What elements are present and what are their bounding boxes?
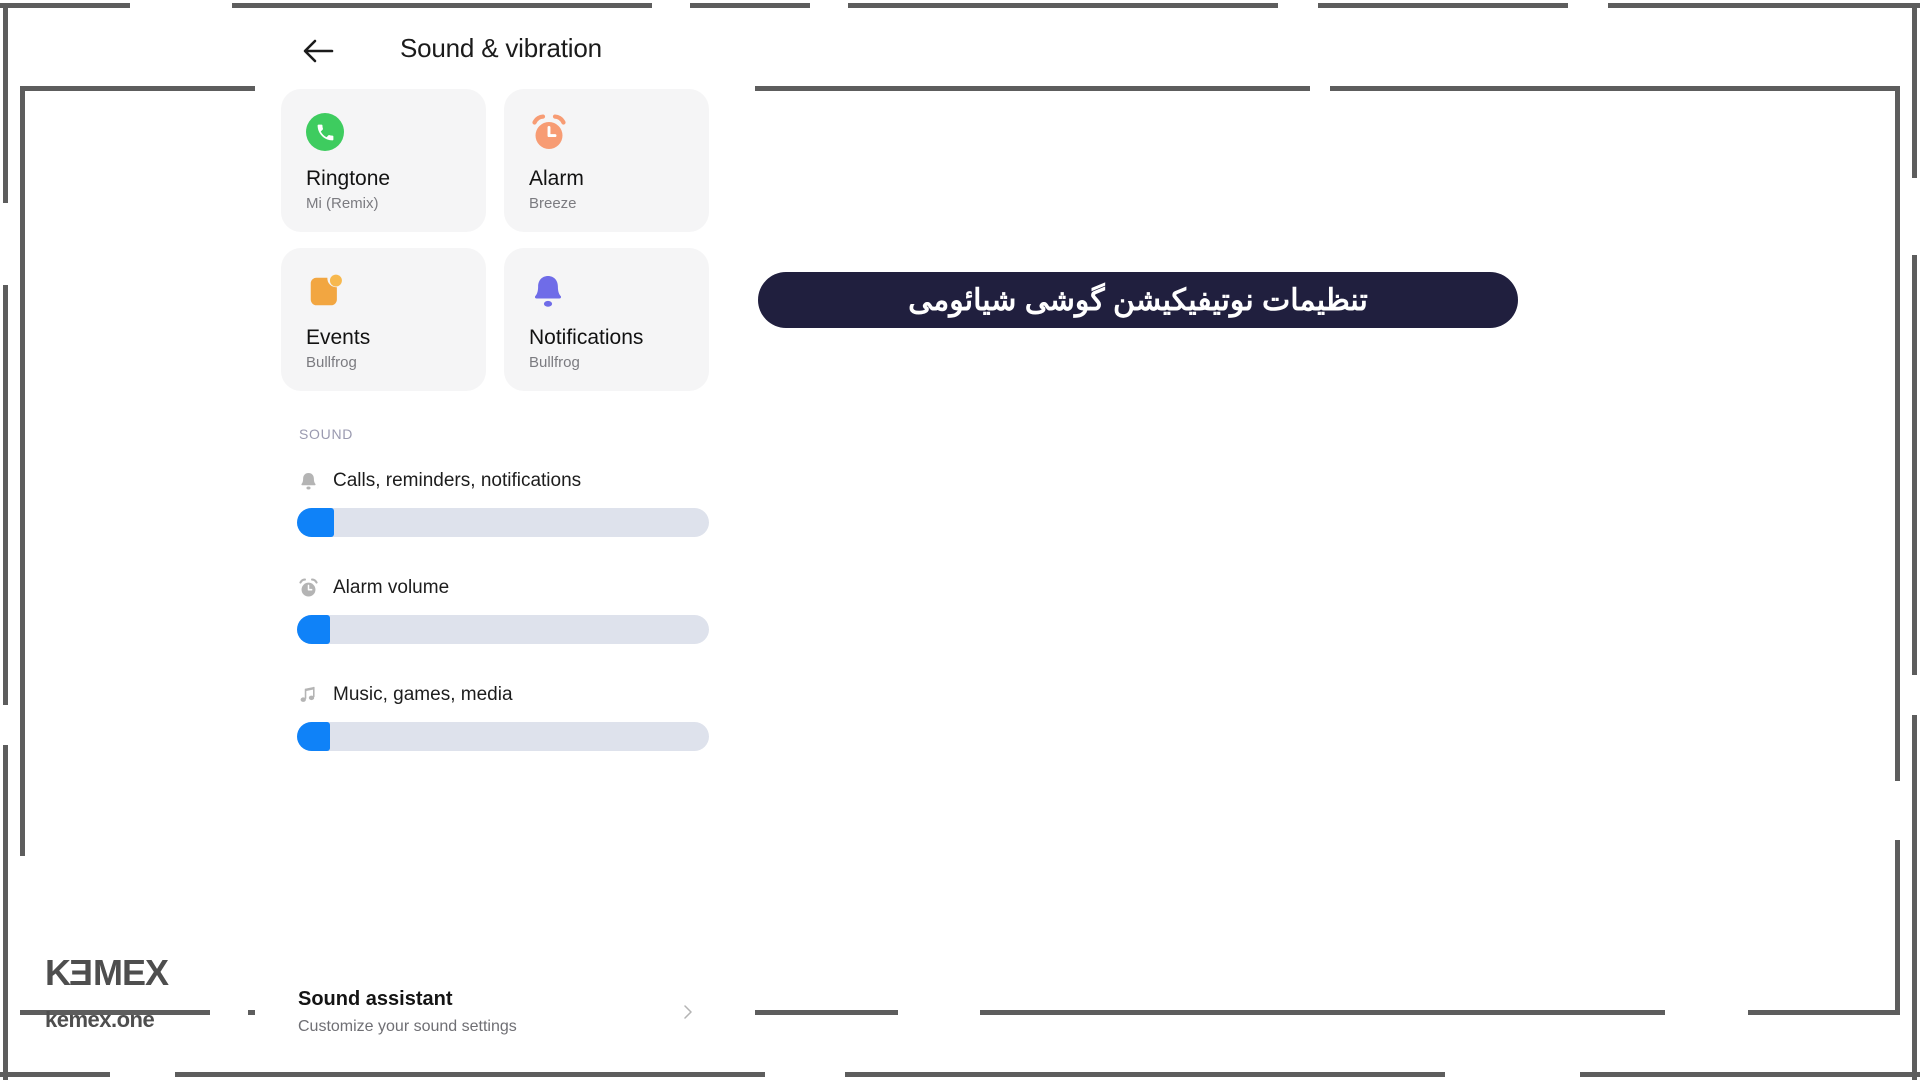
frame-tick-right-3 (1912, 715, 1917, 1080)
frame-dash-bottom-1 (0, 1072, 110, 1077)
alarm-clock-icon (529, 113, 569, 153)
slider-fill (297, 722, 330, 751)
sound-assistant-texts: Sound assistant Customize your sound set… (283, 988, 679, 1036)
slider-fill (297, 508, 335, 537)
frame-dash-top-5 (1318, 3, 1568, 8)
logo-letters-mex: MEX (93, 952, 169, 993)
tile-alarm[interactable]: Alarm Breeze (504, 89, 709, 232)
app-bar: Sound & vibration (255, 8, 755, 94)
chevron-right-icon (679, 1003, 697, 1021)
quick-tiles-grid: Ringtone Mi (Remix) Alarm Breeze Events … (281, 89, 737, 391)
slider-label: Calls, reminders, notifications (333, 470, 582, 491)
frame-dash-bottom-4 (1580, 1072, 1920, 1077)
frame-tick-left-1 (3, 3, 8, 203)
slider-alarm-volume: Alarm volume (283, 573, 731, 644)
frame-dash-top-6 (1608, 3, 1920, 8)
frame-inner-left (20, 86, 25, 856)
frame-tick-right-1 (1912, 3, 1917, 178)
alarm-outline-icon (297, 576, 319, 600)
page-title: Sound & vibration (400, 33, 602, 63)
arrow-left-icon[interactable] (301, 34, 337, 68)
slider-music-games-media: Music, games, media (283, 680, 731, 751)
phone-screenshot-panel: Sound & vibration Ringtone Mi (Remix) Al… (255, 8, 755, 1068)
tile-sublabel: Bullfrog (529, 354, 580, 372)
tile-label: Notifications (529, 326, 644, 349)
bell-outline-icon (297, 469, 319, 493)
tile-sublabel: Breeze (529, 195, 577, 213)
section-label-sound: SOUND (299, 426, 354, 442)
persian-title-text: تنظیمات نوتیفیکیشن گوشی شیائومی (908, 283, 1368, 317)
slider-calls-reminders-notifications: Calls, reminders, notifications (283, 466, 731, 537)
tile-sublabel: Mi (Remix) (306, 195, 379, 213)
sound-assistant-subtitle: Customize your sound settings (298, 1018, 517, 1035)
tile-label: Ringtone (306, 167, 391, 190)
phone-icon (306, 113, 346, 153)
kemex-wordmark: KEMEX (45, 952, 169, 993)
slider-header: Music, games, media (283, 680, 731, 710)
tile-sublabel: Bullfrog (306, 354, 357, 372)
frame-inner-bottom-4 (1748, 1010, 1900, 1015)
frame-inner-right (1895, 86, 1900, 781)
slider-track[interactable] (297, 615, 709, 644)
logo-letter-e-reversed: E (70, 952, 94, 993)
bell-icon (529, 272, 569, 312)
frame-tick-left-3 (3, 745, 8, 1080)
persian-title-banner: تنظیمات نوتیفیکیشن گوشی شیائومی (758, 272, 1518, 328)
slider-fill (297, 615, 330, 644)
slider-header: Calls, reminders, notifications (283, 466, 731, 496)
tile-ringtone[interactable]: Ringtone Mi (Remix) (281, 89, 486, 232)
tile-label: Events (306, 326, 371, 349)
slider-label: Music, games, media (333, 684, 513, 705)
slider-label: Alarm volume (333, 577, 450, 598)
tile-notifications[interactable]: Notifications Bullfrog (504, 248, 709, 391)
frame-tick-left-2 (3, 285, 8, 705)
frame-dash-top-1 (0, 3, 130, 8)
slider-track[interactable] (297, 722, 709, 751)
frame-inner-bottom-3 (980, 1010, 1665, 1015)
music-note-icon (297, 683, 319, 707)
slider-header: Alarm volume (283, 573, 731, 603)
frame-tick-right-2 (1912, 255, 1917, 675)
tile-events[interactable]: Events Bullfrog (281, 248, 486, 391)
frame-dash-top-4 (848, 3, 1278, 8)
frame-dash-bottom-3 (845, 1072, 1445, 1077)
frame-inner-top-2 (1330, 86, 1900, 91)
sound-assistant-row[interactable]: Sound assistant Customize your sound set… (283, 988, 703, 1036)
kemex-url: kemex.one (45, 1007, 155, 1032)
slider-track[interactable] (297, 508, 709, 537)
events-badge-icon (306, 272, 346, 312)
frame-inner-right-2 (1895, 840, 1900, 1015)
sound-assistant-title: Sound assistant (298, 988, 453, 1010)
tile-label: Alarm (529, 167, 584, 190)
kemex-logo: KEMEX kemex.one (45, 952, 169, 1033)
frame-dash-bottom-2 (175, 1072, 765, 1077)
logo-letter-k: K (45, 952, 71, 993)
